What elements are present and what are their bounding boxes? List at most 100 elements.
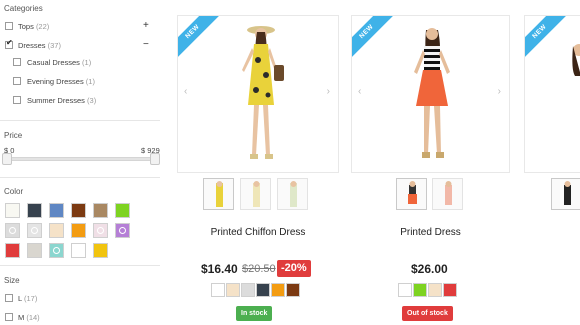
color-swatch-beige[interactable] <box>49 223 64 238</box>
color-swatch-pink-pattern[interactable] <box>93 223 108 238</box>
product-color-swatch[interactable] <box>413 283 427 297</box>
size-l-label: L <box>18 294 22 303</box>
summer-dresses-checkbox[interactable] <box>13 96 21 104</box>
color-swatch-teal-pattern[interactable] <box>49 243 64 258</box>
product-color-swatch[interactable] <box>428 283 442 297</box>
product-name[interactable]: Printed Dress <box>351 227 510 238</box>
product-image[interactable]: NEW ‹ › <box>177 15 339 173</box>
product-color-swatch[interactable] <box>286 283 300 297</box>
price-slider-min-handle[interactable] <box>2 153 12 165</box>
color-swatch-white[interactable] <box>5 203 20 218</box>
product-image[interactable]: NEW ‹ › <box>351 15 510 173</box>
product-color-swatch[interactable] <box>256 283 270 297</box>
thumbnail-image <box>253 181 260 207</box>
prev-image-icon[interactable]: ‹ <box>184 86 187 97</box>
thumbnail-2[interactable] <box>240 178 271 210</box>
thumbnail-1[interactable] <box>551 178 580 210</box>
size-m-count: (14) <box>26 313 40 322</box>
thumbnail-image <box>216 181 223 207</box>
thumbnail-image <box>290 181 297 207</box>
casual-dresses-label: Casual Dresses <box>27 58 80 67</box>
expand-tops-button[interactable]: + <box>143 21 149 31</box>
color-swatch-grey-pattern[interactable] <box>5 223 20 238</box>
category-tops-count: (22) <box>35 22 50 31</box>
casual-dresses-checkbox[interactable] <box>13 58 21 66</box>
color-swatch-blue[interactable] <box>49 203 64 218</box>
product-old-price: $20.50 <box>242 263 276 275</box>
category-dresses[interactable]: Dresses (37) <box>18 41 61 50</box>
thumbnail-3[interactable] <box>277 178 308 210</box>
divider <box>0 265 160 266</box>
product-price: $26.00 <box>411 262 448 276</box>
color-swatch-orange[interactable] <box>71 223 86 238</box>
collapse-dresses-button[interactable]: − <box>143 40 149 50</box>
model-photo <box>414 28 450 158</box>
thumbnail-2[interactable] <box>432 178 463 210</box>
size-title: Size <box>4 276 20 285</box>
model-photo <box>242 26 284 159</box>
next-image-icon[interactable]: › <box>327 86 330 97</box>
thumbnail-1[interactable] <box>203 178 234 210</box>
next-image-icon[interactable]: › <box>498 86 501 97</box>
color-swatch-red[interactable] <box>5 243 20 258</box>
product-price: $16.40 <box>201 262 238 276</box>
color-swatch-yellow[interactable] <box>93 243 108 258</box>
color-swatch-purple-pattern[interactable] <box>115 223 130 238</box>
size-m[interactable]: M (14) <box>18 313 40 322</box>
category-summer-dresses[interactable]: Summer Dresses (3) <box>27 96 96 105</box>
prev-image-icon[interactable]: ‹ <box>358 86 361 97</box>
thumbnail-1[interactable] <box>396 178 427 210</box>
pattern-icon <box>31 227 38 234</box>
summer-dresses-label: Summer Dresses <box>27 96 85 105</box>
divider <box>0 120 160 121</box>
price-slider-max-handle[interactable] <box>150 153 160 165</box>
product-image[interactable]: NEW <box>524 15 580 173</box>
new-badge: NEW <box>525 16 567 59</box>
category-casual-dresses[interactable]: Casual Dresses (1) <box>27 58 91 67</box>
product-color-swatch[interactable] <box>226 283 240 297</box>
discount-badge: -20% <box>277 260 311 277</box>
product-color-swatch[interactable] <box>271 283 285 297</box>
color-swatch-brown[interactable] <box>71 203 86 218</box>
color-swatch-white-2[interactable] <box>71 243 86 258</box>
new-badge: NEW <box>352 16 394 59</box>
category-evening-dresses[interactable]: Evening Dresses (1) <box>27 77 95 86</box>
dresses-checkbox[interactable]: ✔ <box>5 38 13 49</box>
price-slider-track[interactable] <box>4 157 158 161</box>
color-title: Color <box>4 187 24 196</box>
evening-dresses-count: (1) <box>85 77 95 86</box>
color-swatch-grey-pattern-2[interactable] <box>27 223 42 238</box>
product-color-swatch[interactable] <box>241 283 255 297</box>
model-photo <box>572 44 580 76</box>
category-dresses-count: (37) <box>47 41 61 50</box>
product-color-swatch[interactable] <box>443 283 457 297</box>
pattern-icon <box>9 227 16 234</box>
thumbnail-image <box>408 181 417 204</box>
size-l-checkbox[interactable] <box>5 294 13 302</box>
check-icon: ✔ <box>6 38 13 47</box>
size-m-checkbox[interactable] <box>5 313 13 321</box>
color-swatch-light-grey[interactable] <box>27 243 42 258</box>
pattern-icon <box>97 227 104 234</box>
size-l[interactable]: L (17) <box>18 294 37 303</box>
divider <box>0 177 160 178</box>
summer-dresses-count: (3) <box>87 96 97 105</box>
pattern-icon <box>53 247 60 254</box>
color-swatch-dark-blue[interactable] <box>27 203 42 218</box>
product-color-swatch[interactable] <box>398 283 412 297</box>
color-swatch-taupe[interactable] <box>93 203 108 218</box>
product-color-swatch[interactable] <box>211 283 225 297</box>
casual-dresses-count: (1) <box>82 58 92 67</box>
category-tops-label: Tops <box>18 22 34 31</box>
categories-title: Categories <box>4 4 43 13</box>
pattern-icon <box>119 227 126 234</box>
product-name[interactable]: Printed Chiffon Dress <box>177 227 339 238</box>
tops-checkbox[interactable] <box>5 22 13 30</box>
evening-dresses-checkbox[interactable] <box>13 77 21 85</box>
price-title: Price <box>4 131 23 140</box>
evening-dresses-label: Evening Dresses <box>27 77 84 86</box>
category-tops[interactable]: Tops (22) <box>18 22 49 31</box>
color-swatch-green[interactable] <box>115 203 130 218</box>
stock-status-badge: Out of stock <box>402 306 453 321</box>
thumbnail-image <box>564 181 571 205</box>
